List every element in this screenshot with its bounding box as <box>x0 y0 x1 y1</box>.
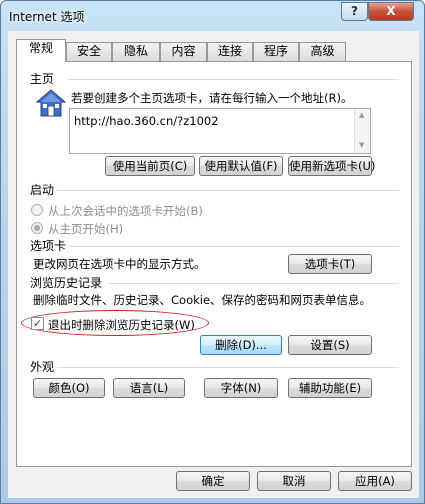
scroll-up-icon[interactable]: ▲ <box>359 111 364 119</box>
radio-home-page[interactable] <box>31 222 43 234</box>
radio-last-session-label: 从上次会话中的选项卡开始(B) <box>48 204 203 218</box>
use-default-button[interactable]: 使用默认值(F) <box>199 156 283 176</box>
startup-section-title: 启动 <box>30 183 55 197</box>
cancel-button[interactable]: 取消 <box>257 471 331 491</box>
ok-button[interactable]: 确定 <box>176 471 250 491</box>
history-divider <box>109 283 399 284</box>
colors-button[interactable]: 颜色(O) <box>33 378 105 398</box>
home-section-title: 主页 <box>30 72 55 86</box>
appearance-divider <box>57 367 399 368</box>
home-url-value: http://hao.360.cn/?z1002 <box>74 114 219 128</box>
window-title: Internet 选项 <box>9 10 85 24</box>
home-url-textarea[interactable]: http://hao.360.cn/?z1002 ▲ ▼ <box>69 108 371 154</box>
accessibility-button[interactable]: 辅助功能(E) <box>288 378 372 398</box>
dialog-window: Internet 选项 ? X 常规 安全 隐私 内容 连接 程序 高级 主页 <box>0 0 425 504</box>
tab-connections[interactable]: 连接 <box>207 42 253 61</box>
help-button[interactable]: ? <box>341 2 368 21</box>
home-divider <box>69 79 399 80</box>
history-description: 删除临时文件、历史记录、Cookie、保存的密码和网页表单信息。 <box>33 293 372 307</box>
appearance-section-title: 外观 <box>30 360 55 374</box>
title-bar[interactable]: Internet 选项 ? X <box>1 1 424 31</box>
tab-privacy[interactable]: 隐私 <box>112 42 160 61</box>
scroll-down-icon[interactable]: ▼ <box>359 141 364 149</box>
dialog-client-area: 常规 安全 隐私 内容 连接 程序 高级 主页 若要创建多个主页选项卡，请在每行 <box>8 31 419 498</box>
delete-history-button[interactable]: 删除(D)... <box>200 335 282 355</box>
home-house-icon <box>35 87 67 119</box>
radio-last-session[interactable] <box>31 204 43 216</box>
tabs-description: 更改网页在选项卡中的显示方式。 <box>33 257 206 271</box>
apply-button[interactable]: 应用(A) <box>338 471 412 491</box>
general-tab-panel: 主页 若要创建多个主页选项卡，请在每行输入一个地址(R)。 http://hao… <box>16 61 412 467</box>
tab-security[interactable]: 安全 <box>66 42 112 61</box>
close-button[interactable]: X <box>368 2 414 21</box>
languages-button[interactable]: 语言(L) <box>113 378 185 398</box>
startup-divider <box>57 190 399 191</box>
tabs-section-title: 选项卡 <box>30 239 67 253</box>
history-settings-button[interactable]: 设置(S) <box>288 335 372 355</box>
url-scrollbar[interactable]: ▲ ▼ <box>354 109 370 153</box>
tabs-settings-button[interactable]: 选项卡(T) <box>288 254 372 274</box>
home-description: 若要创建多个主页选项卡，请在每行输入一个地址(R)。 <box>71 91 353 105</box>
radio-home-page-label: 从主页开始(H) <box>48 222 124 236</box>
use-new-tab-button[interactable]: 使用新选项卡(U) <box>288 156 375 176</box>
tab-general[interactable]: 常规 <box>16 39 66 62</box>
tab-content[interactable]: 内容 <box>160 42 207 61</box>
tab-advanced[interactable]: 高级 <box>299 42 346 61</box>
delete-on-exit-checkbox[interactable]: ✓ <box>31 317 44 330</box>
use-current-button[interactable]: 使用当前页(C) <box>105 156 195 176</box>
tabs-divider <box>69 246 399 247</box>
delete-on-exit-label: 退出时删除浏览历史记录(W) <box>48 318 195 332</box>
fonts-button[interactable]: 字体(N) <box>204 378 278 398</box>
history-section-title: 浏览历史记录 <box>30 276 103 290</box>
tab-programs[interactable]: 程序 <box>253 42 299 61</box>
